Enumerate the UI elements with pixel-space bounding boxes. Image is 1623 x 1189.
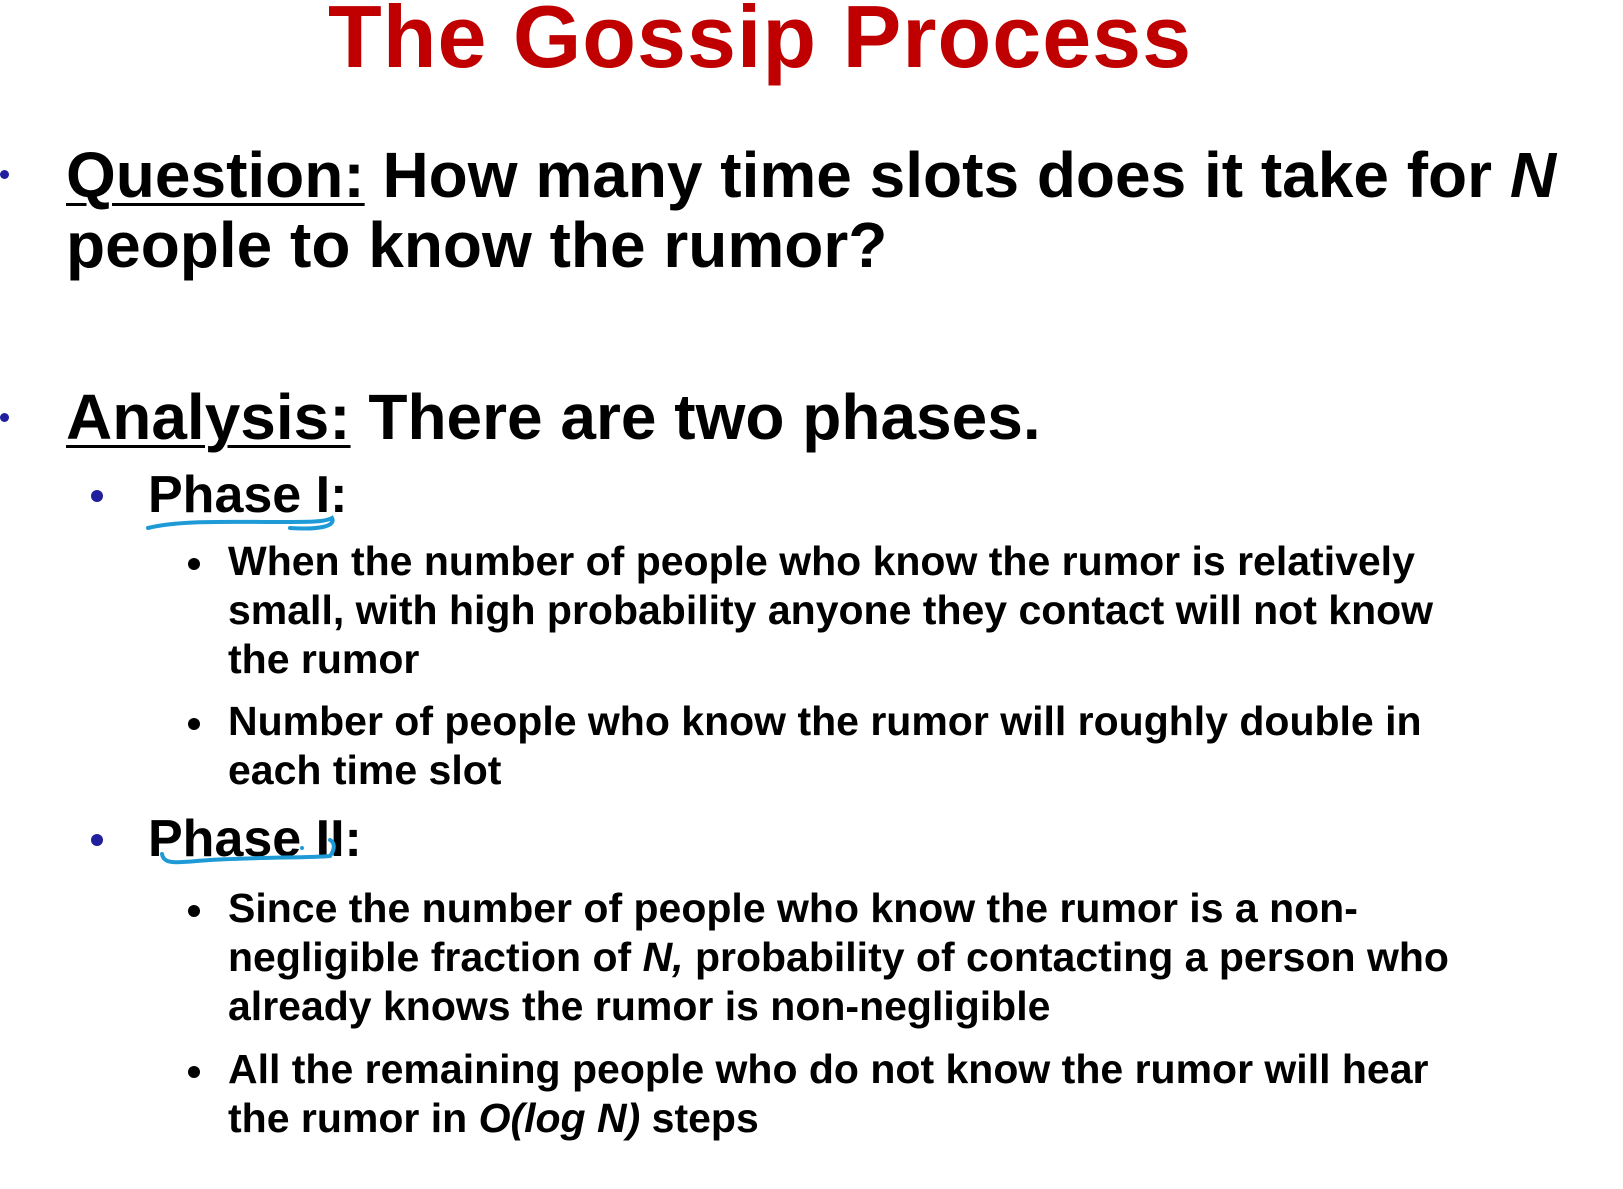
question-variable-n: N bbox=[1509, 139, 1557, 211]
phase1-bullet1-line2: small, with high probability anyone they… bbox=[228, 587, 1434, 633]
bullet-dot-phase2-2 bbox=[188, 1066, 200, 1078]
phase2-bullet1-line3: already knows the rumor is non-negligibl… bbox=[228, 983, 1051, 1029]
phase2-bullet2-line2-b: steps bbox=[640, 1095, 759, 1141]
phase2-bullet2-line2-a: the rumor in bbox=[228, 1095, 479, 1141]
phase1-bullet1-line3: the rumor bbox=[228, 636, 420, 682]
phase2-bullet2-line2: the rumor in O(log N) steps bbox=[228, 1094, 759, 1143]
phase2-bullet2-line1: All the remaining people who do not know… bbox=[228, 1046, 1429, 1092]
bullet-dot-question bbox=[0, 170, 9, 179]
phase2-bullet1-line2: negligible fraction of N, probability of… bbox=[228, 933, 1449, 982]
phase2-bullet1-line2-b: probability of contacting a person who bbox=[683, 934, 1449, 980]
question-text: How many time slots does it take for bbox=[364, 139, 1510, 211]
phase2-bullet1-line2-a: negligible fraction of bbox=[228, 934, 643, 980]
phase1-bullet2-line1: Number of people who know the rumor will… bbox=[228, 698, 1422, 744]
bullet-dot-phase1-2 bbox=[188, 718, 200, 730]
bullet-dot-phase2-1 bbox=[188, 905, 200, 917]
question-label: Question: bbox=[66, 139, 365, 211]
analysis-line: Analysis: There are two phases. bbox=[66, 382, 1041, 452]
phase2-variable-n: N, bbox=[642, 934, 684, 980]
bullet-dot-analysis bbox=[0, 413, 9, 422]
bullet-dot-phase2 bbox=[91, 834, 103, 846]
bullet-dot-phase1-1 bbox=[188, 558, 200, 570]
phase2-heading: Phase II: bbox=[148, 810, 362, 868]
analysis-label: Analysis: bbox=[66, 381, 351, 453]
phase2-bullet1-line1: Since the number of people who know the … bbox=[228, 885, 1358, 931]
phase1-heading: Phase I: bbox=[148, 466, 348, 524]
phase2-complexity: O(log N) bbox=[478, 1095, 641, 1141]
analysis-text: There are two phases. bbox=[350, 381, 1041, 453]
phase1-bullet1-line1: When the number of people who know the r… bbox=[228, 538, 1415, 584]
bullet-dot-phase1 bbox=[91, 490, 103, 502]
slide-title: The Gossip Process bbox=[327, 0, 1193, 86]
phase1-bullet2-line2: each time slot bbox=[228, 747, 502, 793]
question-line-2: people to know the rumor? bbox=[66, 209, 888, 281]
question-line-1: Question: How many time slots does it ta… bbox=[66, 140, 1556, 210]
